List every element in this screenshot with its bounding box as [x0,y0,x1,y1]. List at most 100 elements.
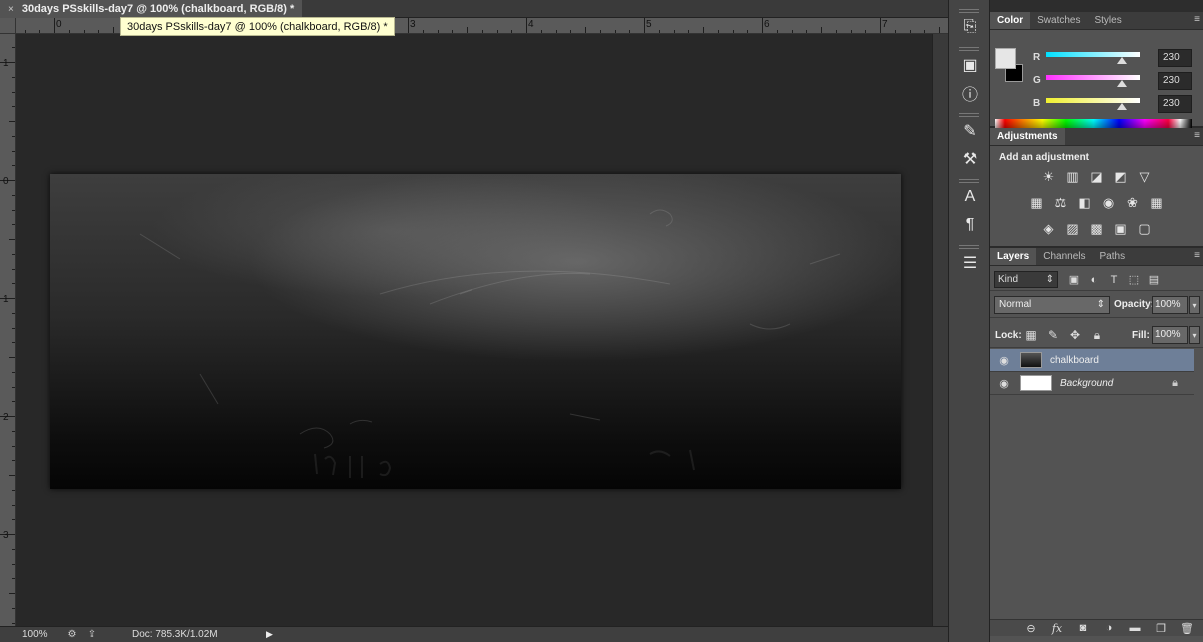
posterize-icon[interactable]: ▨ [1064,220,1082,238]
ruler-tick [835,30,837,33]
close-tab-icon[interactable]: × [8,4,14,15]
layers-panel: Layers Channels Paths ≡ Kind ⇕ ▣ ◐ T ⬚ ▤… [990,248,1203,636]
link-layers-icon[interactable]: ⊖ [1023,622,1039,635]
photo-filter-icon[interactable]: ◉ [1100,194,1118,212]
document-tab[interactable]: × 30days PSskills-day7 @ 100% (chalkboar… [0,0,303,18]
canvas-vertical-scrollbar[interactable] [932,34,948,626]
ruler-label: 4 [528,19,534,30]
selective-color-icon[interactable]: ▢ [1136,220,1154,238]
hue-saturation-icon[interactable]: ▦ [1028,194,1046,212]
tab-paths[interactable]: Paths [1093,248,1133,265]
new-group-icon[interactable]: ▬ [1127,622,1143,634]
ruler-tick [511,30,513,33]
visibility-eye-icon[interactable]: ◉ [990,354,1018,367]
chevron-updown-icon: ⇕ [1045,274,1054,285]
threshold-icon[interactable]: ▩ [1088,220,1106,238]
panel-menu-icon[interactable]: ≡ [1194,250,1200,261]
ruler-tick [688,30,690,33]
adjustments-panel-tabs: Adjustments ≡ [990,128,1203,146]
tab-swatches[interactable]: Swatches [1030,12,1087,29]
new-adjustment-layer-icon[interactable]: ◑ [1101,622,1117,634]
lock-all-icon[interactable]: 🔒︎ [1088,326,1106,344]
notes-icon[interactable]: ☰ [949,249,991,277]
history-icon[interactable]: ⎘ [949,13,991,41]
chevron-updown-icon: ⇕ [1096,299,1105,310]
brush-icon[interactable]: ✎ [949,117,991,145]
red-value-field[interactable]: 230 [1158,49,1192,67]
share-icon[interactable]: ⇪ [82,629,102,641]
curves-icon[interactable]: ◪ [1088,168,1106,186]
lock-transparency-icon[interactable]: ▦ [1022,326,1040,344]
blue-channel-row: B 230 [1030,95,1200,115]
type-filter-icon[interactable]: T [1104,271,1124,288]
invert-icon[interactable]: ◈ [1040,220,1058,238]
add-mask-icon[interactable]: ◙ [1075,622,1091,634]
black-white-icon[interactable]: ◧ [1076,194,1094,212]
canvas-area[interactable] [16,34,932,626]
blue-value-field[interactable]: 230 [1158,95,1192,113]
ruler-label: 1 [3,58,9,69]
vertical-ruler[interactable]: 1 0 1 2 3 [0,34,16,626]
gradient-map-icon[interactable]: ▣ [1112,220,1130,238]
ruler-tick [776,30,778,33]
layer-row-chalkboard[interactable]: ◉ chalkboard [990,349,1194,372]
blue-slider-thumb[interactable] [1117,103,1127,110]
info-icon[interactable]: ⓘ [949,79,991,107]
ruler-tick [68,30,70,33]
color-balance-icon[interactable]: ⚖ [1052,194,1070,212]
status-menu-arrow-icon[interactable]: ▶ [266,629,273,640]
layer-style-icon[interactable]: fx [1049,622,1065,635]
layer-name[interactable]: chalkboard [1050,355,1099,366]
tab-adjustments[interactable]: Adjustments [990,128,1065,145]
panel-header-bar[interactable] [990,0,1203,12]
shape-filter-icon[interactable]: ⬚ [1124,271,1144,288]
brightness-contrast-icon[interactable]: ☀ [1040,168,1058,186]
properties-icon[interactable]: ▣ [949,51,991,79]
ruler-origin[interactable] [0,18,16,34]
color-lookup-icon[interactable]: ▦ [1148,194,1166,212]
fill-dropdown-icon[interactable]: ▾ [1189,326,1200,344]
blend-mode-select[interactable]: Normal ⇕ [994,296,1110,314]
opacity-field[interactable]: 100% [1152,296,1188,314]
ruler-tick [9,593,15,594]
chalkboard-image[interactable] [50,174,901,489]
levels-icon[interactable]: ▥ [1064,168,1082,186]
tab-layers[interactable]: Layers [990,248,1037,265]
fill-field[interactable]: 100% [1152,326,1188,344]
new-layer-icon[interactable]: ❐ [1153,622,1169,635]
character-icon[interactable]: A [949,183,991,211]
delete-layer-icon[interactable]: 🗑︎ [1179,622,1195,635]
lock-position-icon[interactable]: ✥ [1066,326,1084,344]
ruler-tick [12,371,15,373]
panel-menu-icon[interactable]: ≡ [1194,130,1200,141]
foreground-color-swatch[interactable] [995,48,1016,69]
tab-color[interactable]: Color [990,12,1031,29]
brush-presets-icon[interactable]: ⚒ [949,145,991,173]
panel-menu-icon[interactable]: ≡ [1194,14,1200,25]
ruler-tick [408,18,409,33]
green-value-field[interactable]: 230 [1158,72,1192,90]
filter-kind-select[interactable]: Kind ⇕ [994,271,1058,288]
smart-object-filter-icon[interactable]: ▤ [1144,271,1164,288]
lock-pixels-icon[interactable]: ✎ [1044,326,1062,344]
ruler-tick [12,504,15,506]
visibility-eye-icon[interactable]: ◉ [990,377,1018,390]
ruler-tick [909,30,911,33]
right-panels: Color Swatches Styles ≡ R 230 G 230 B 23… [990,0,1203,642]
tab-styles[interactable]: Styles [1087,12,1128,29]
red-slider-thumb[interactable] [1117,57,1127,64]
ruler-tick [732,30,734,33]
channel-mixer-icon[interactable]: ❀ [1124,194,1142,212]
layer-row-background[interactable]: ◉ Background 🔒︎ [990,372,1194,395]
pixel-filter-icon[interactable]: ▣ [1064,271,1084,288]
layer-name[interactable]: Background [1060,378,1113,389]
timing-icon[interactable]: ⚙ [62,629,82,641]
opacity-dropdown-icon[interactable]: ▾ [1189,296,1200,314]
vibrance-icon[interactable]: ▽ [1136,168,1154,186]
paragraph-icon[interactable]: ¶ [949,211,991,239]
green-slider-thumb[interactable] [1117,80,1127,87]
adjustment-filter-icon[interactable]: ◐ [1084,271,1104,288]
exposure-icon[interactable]: ◩ [1112,168,1130,186]
zoom-level[interactable]: 100% [0,629,62,640]
tab-channels[interactable]: Channels [1036,248,1092,265]
